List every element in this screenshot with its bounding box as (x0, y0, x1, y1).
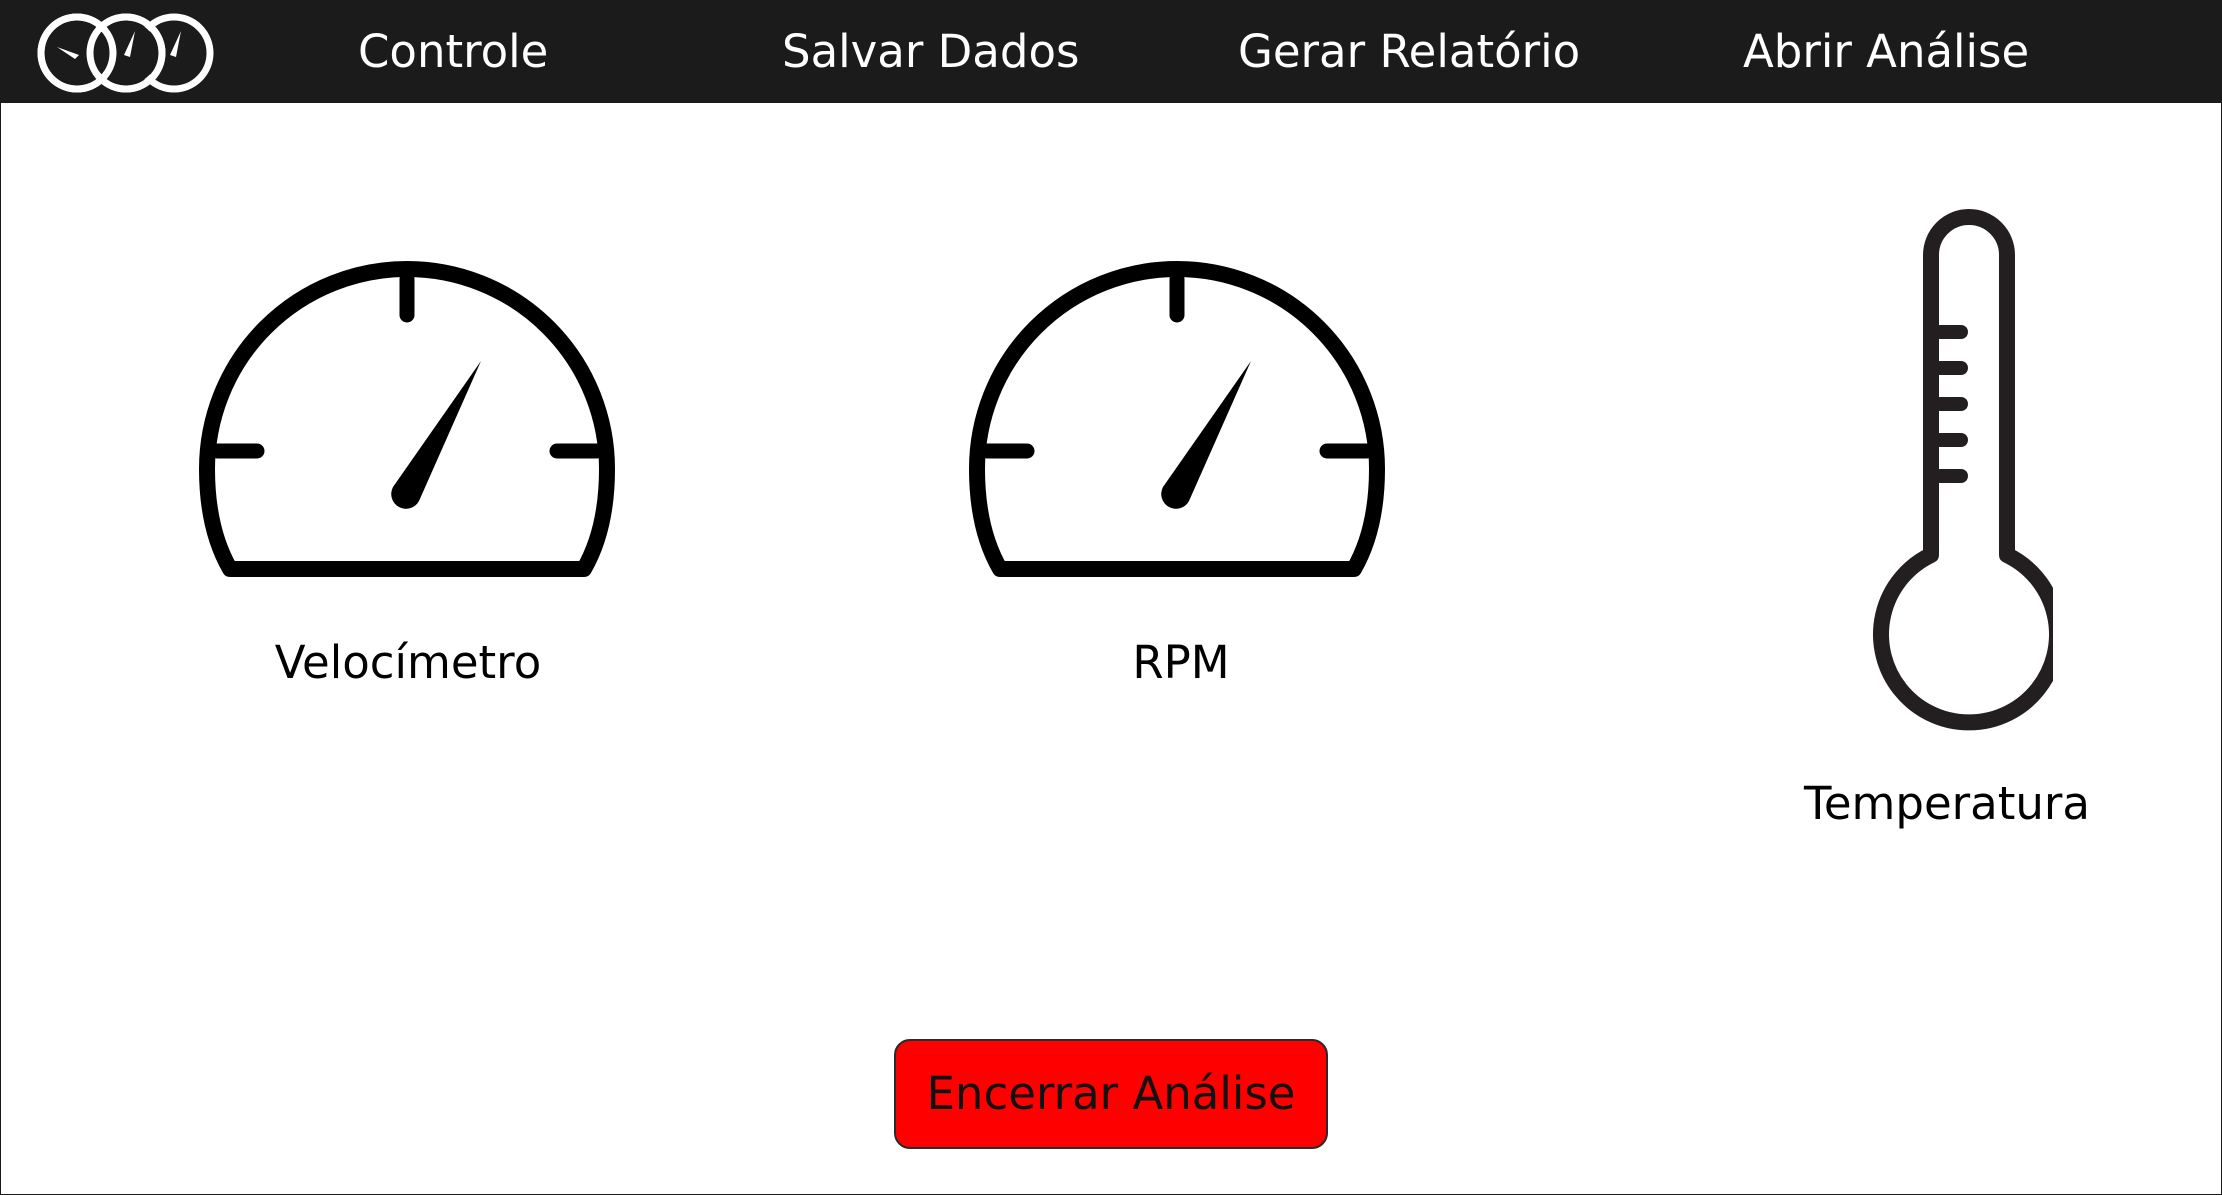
nav-abrir-analise[interactable]: Abrir Análise (1743, 26, 2029, 78)
nav-salvar-dados[interactable]: Salvar Dados (782, 26, 1079, 78)
top-navigation-bar: Controle Salvar Dados Gerar Relatório Ab… (1, 1, 2221, 103)
end-analysis-button[interactable]: Encerrar Análise (894, 1039, 1328, 1149)
nav-controle[interactable]: Controle (358, 26, 548, 78)
app-window: Controle Salvar Dados Gerar Relatório Ab… (0, 0, 2222, 1195)
temperature-label: Temperatura (1804, 777, 2090, 830)
rpm-gauge-icon (969, 261, 1385, 577)
nav-gerar-relatorio[interactable]: Gerar Relatório (1238, 26, 1580, 78)
speedometer-label: Velocímetro (274, 636, 542, 689)
gauges-logo-icon[interactable] (35, 11, 217, 95)
rpm-label: RPM (1132, 636, 1230, 689)
thermometer-icon (1873, 209, 2053, 731)
speedometer-icon (199, 261, 615, 577)
